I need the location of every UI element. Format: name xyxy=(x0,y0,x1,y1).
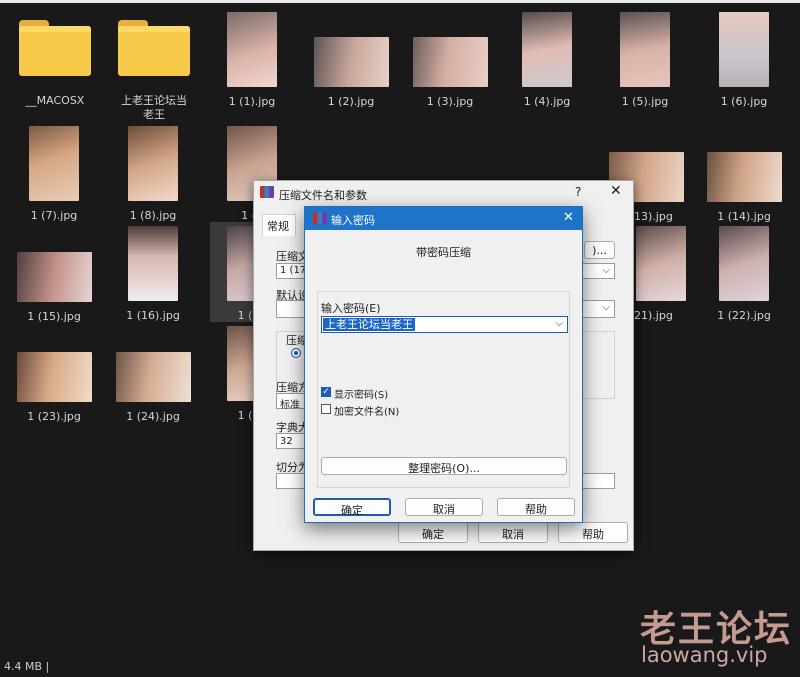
file-name: 1 (3).jpg xyxy=(426,95,474,108)
file-name: 1 (14).jpg xyxy=(717,210,771,223)
encrypt-names-checkbox[interactable] xyxy=(321,404,331,414)
file-tile[interactable]: 1 (6).jpg xyxy=(696,12,792,109)
image-thumbnail xyxy=(620,12,670,87)
file-tile[interactable]: 1 (16).jpg xyxy=(105,226,201,323)
dict-combo[interactable]: 32 xyxy=(276,433,306,449)
file-tile[interactable]: 1 (15).jpg xyxy=(6,252,102,324)
file-tile[interactable]: 1 (3).jpg xyxy=(402,37,498,109)
help-button[interactable]: 帮助 xyxy=(497,498,575,516)
image-thumbnail xyxy=(29,126,79,201)
image-thumbnail xyxy=(706,152,782,202)
file-name: 1 (8).jpg xyxy=(129,209,177,222)
help-title-button[interactable]: ? xyxy=(575,185,581,199)
image-thumbnail xyxy=(719,12,769,87)
password-label: 输入密码(E) xyxy=(321,302,381,315)
browse-button[interactable]: )... xyxy=(584,241,615,259)
file-name: 1 (2).jpg xyxy=(327,95,375,108)
top-edge xyxy=(0,0,800,3)
ok-button[interactable]: 确定 xyxy=(313,498,391,517)
show-password-label: 显示密码(S) xyxy=(334,390,389,401)
close-button[interactable]: ✕ xyxy=(610,183,622,199)
watermark-url: laowang.vip xyxy=(641,643,768,667)
dialog-title: 压缩文件名和参数 xyxy=(279,189,367,202)
file-name: 1 (22).jpg xyxy=(717,309,771,322)
winrar-icon xyxy=(260,186,274,198)
file-tile[interactable]: 1 (4).jpg xyxy=(499,12,595,109)
tab-general[interactable]: 常规 xyxy=(262,214,296,236)
status-text: 4.4 MB | xyxy=(4,660,50,673)
file-name: 1 (23).jpg xyxy=(27,410,81,423)
file-tile[interactable]: 1 (14).jpg xyxy=(696,152,792,224)
dialog-heading: 带密码压缩 xyxy=(416,246,471,259)
file-name: 1 (5).jpg xyxy=(621,95,669,108)
image-thumbnail xyxy=(128,226,178,301)
file-tile[interactable]: 1 (8).jpg xyxy=(105,126,201,223)
winrar-icon xyxy=(313,212,327,224)
cancel-button[interactable]: 取消 xyxy=(405,498,483,516)
file-tile[interactable]: 1 (22).jpg xyxy=(696,226,792,323)
format-radio[interactable] xyxy=(291,348,301,358)
file-tile[interactable]: 1 (7).jpg xyxy=(6,126,102,223)
image-thumbnail xyxy=(412,37,488,87)
image-thumbnail xyxy=(719,226,769,301)
image-thumbnail xyxy=(16,252,92,302)
chevron-down-icon[interactable]: ⌵ xyxy=(555,318,563,329)
close-button[interactable]: ✕ xyxy=(563,210,574,225)
help-button[interactable]: 帮助 xyxy=(558,522,628,543)
file-tile[interactable]: 1 (5).jpg xyxy=(597,12,693,109)
image-thumbnail xyxy=(636,226,686,301)
ok-button[interactable]: 确定 xyxy=(398,522,468,543)
image-thumbnail xyxy=(313,37,389,87)
file-name: 1 (24).jpg xyxy=(126,410,180,423)
folder-laowang[interactable]: 上老王论坛当老王 xyxy=(106,20,202,122)
file-name: 1 (1).jpg xyxy=(228,95,276,108)
method-combo[interactable]: 标准 xyxy=(276,393,306,411)
image-thumbnail xyxy=(522,12,572,87)
folder-icon xyxy=(118,20,190,76)
folder-macosx[interactable]: __MACOSX xyxy=(7,20,103,108)
file-tile[interactable]: 1 (23).jpg xyxy=(6,352,102,424)
password-value: 上老王论坛当老王 xyxy=(323,318,415,331)
file-tile[interactable]: 1 (1).jpg xyxy=(204,12,300,109)
file-name: 1 (4).jpg xyxy=(523,95,571,108)
password-input[interactable]: 上老王论坛当老王 ⌵ xyxy=(321,316,568,333)
chevron-down-icon: ⌵ xyxy=(602,302,610,313)
dialog-title: 输入密码 xyxy=(331,214,375,227)
file-name: 1 (16).jpg xyxy=(126,309,180,322)
file-name: 1 (7).jpg xyxy=(30,209,78,222)
chevron-down-icon: ⌵ xyxy=(602,265,610,276)
file-name: 上老王论坛当老王 xyxy=(121,94,187,121)
password-dialog: 输入密码 ✕ 带密码压缩 输入密码(E) 上老王论坛当老王 ⌵ ✓ 显示密码(S… xyxy=(304,206,583,523)
encrypt-names-label: 加密文件名(N) xyxy=(334,407,400,418)
image-thumbnail xyxy=(16,352,92,402)
folder-icon xyxy=(19,20,91,76)
file-tile[interactable]: 1 (2).jpg xyxy=(303,37,399,109)
show-password-checkbox[interactable]: ✓ xyxy=(321,387,331,397)
organize-passwords-button[interactable]: 整理密码(O)... xyxy=(321,457,567,475)
cancel-button[interactable]: 取消 xyxy=(478,522,548,543)
image-thumbnail xyxy=(115,352,191,402)
image-thumbnail xyxy=(227,12,277,87)
file-name: __MACOSX xyxy=(25,94,85,107)
file-name: 1 (15).jpg xyxy=(27,310,81,323)
image-thumbnail xyxy=(128,126,178,201)
password-dialog-titlebar: 输入密码 ✕ xyxy=(305,207,582,230)
file-name: 1 (6).jpg xyxy=(720,95,768,108)
file-tile[interactable]: 1 (24).jpg xyxy=(105,352,201,424)
